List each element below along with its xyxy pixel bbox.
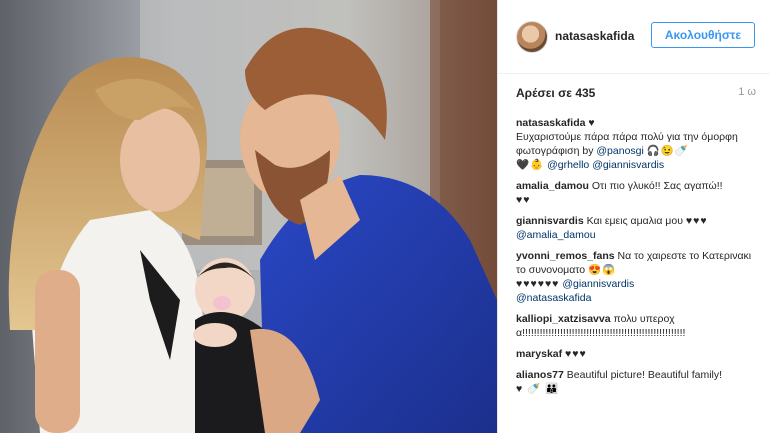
emoji-group: 😍😱 (588, 264, 617, 276)
post-header: natasaskafida Ακολουθήστε (498, 0, 770, 74)
username-link[interactable]: natasaskafida (555, 29, 634, 43)
comment-text: Beautiful picture! Beautiful family! (566, 369, 723, 381)
mention-link[interactable]: @giannisvardis (592, 159, 664, 171)
heart-icon: ♥ (588, 117, 595, 129)
comment-item: yvonni_remos_fans Να το χαιρεστε το Κατε… (516, 249, 761, 305)
comment-item: giannisvardis Και εμεις αμαλια μου ♥♥♥ @… (516, 214, 761, 242)
mention-link[interactable]: @giannisvardis (562, 278, 634, 290)
emoji-group: ♥♥♥ (685, 215, 708, 227)
likes-count[interactable]: Αρέσει σε 435 (516, 86, 595, 100)
comments-list: natasaskafida ♥ Ευχαριστούμε πάρα πάρα π… (516, 116, 761, 403)
comment-username[interactable]: alianos77 (516, 369, 564, 381)
comment-username[interactable]: maryskaf (516, 348, 562, 360)
post-side-panel: natasaskafida Ακολουθήστε Αρέσει σε 435 … (497, 0, 770, 433)
comment-item: natasaskafida ♥ Ευχαριστούμε πάρα πάρα π… (516, 116, 761, 172)
mention-link[interactable]: @panosgi (596, 145, 643, 157)
emoji-group: ♥♥♥ (565, 348, 587, 360)
mention-link[interactable]: @grhello (547, 159, 589, 171)
instagram-post-view: natasaskafida Ακολουθήστε Αρέσει σε 435 … (0, 0, 770, 433)
comment-item: maryskaf ♥♥♥ (516, 347, 761, 361)
avatar[interactable] (516, 21, 548, 53)
comment-username[interactable]: amalia_damou (516, 180, 589, 192)
comment-text: Και εμεις αμαλια μου (586, 215, 683, 227)
comment-username[interactable]: kalliopi_xatzisavva (516, 313, 611, 325)
comment-item: alianos77 Beautiful picture! Beautiful f… (516, 368, 761, 396)
emoji-group: ♥♥ (516, 194, 531, 206)
comment-username[interactable]: natasaskafida (516, 117, 585, 129)
follow-button[interactable]: Ακολουθήστε (651, 22, 755, 48)
comment-username[interactable]: giannisvardis (516, 215, 584, 227)
mention-link[interactable]: @amalia_damou (516, 229, 596, 241)
family-photo-illustration (0, 0, 497, 433)
mention-link[interactable]: @natasaskafida (516, 292, 591, 304)
post-photo[interactable] (0, 0, 497, 433)
comment-item: kalliopi_xatzisavva πολυ υπεροχα!!!!!!!!… (516, 312, 761, 340)
emoji-group: ♥ 🍼 👪 (516, 383, 560, 395)
post-time[interactable]: 1 ω (738, 86, 756, 98)
emoji-group: 🎧😉🍼 (646, 145, 689, 157)
comment-item: amalia_damou Oτι πιο γλυκό!! Σας αγαπώ!!… (516, 179, 761, 207)
likes-row: Αρέσει σε 435 1 ω (516, 86, 756, 102)
comment-text: Oτι πιο γλυκό!! Σας αγαπώ!! (591, 180, 723, 192)
hearts-group: ♥♥♥♥♥♥ (516, 278, 560, 290)
comment-username[interactable]: yvonni_remos_fans (516, 250, 615, 262)
emoji-group: 🖤👶 (516, 159, 545, 171)
